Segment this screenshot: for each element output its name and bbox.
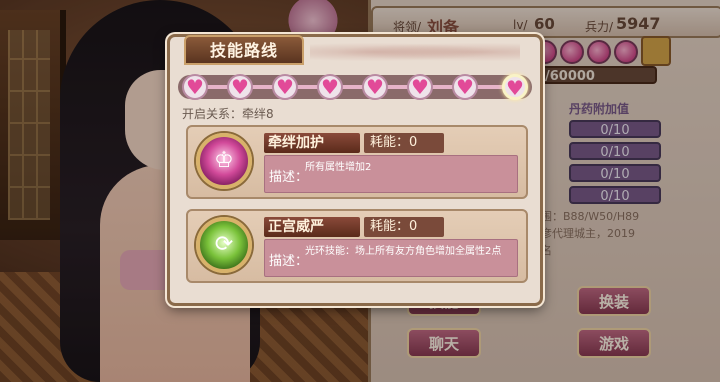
modal-decoration <box>310 41 520 63</box>
skill-desc-label: 描述： <box>269 170 309 185</box>
skill-desc-label: 描述： <box>269 254 309 269</box>
heart-icon[interactable] <box>272 74 298 100</box>
skill-card[interactable]: ♔ 牵绊加护 耗能：0 描述： 所有属性增加2 <box>186 125 528 199</box>
skill-card[interactable]: ⟳ 正宫威严 耗能：0 描述： 光环技能：场上所有友方角色增加全属性2点 <box>186 209 528 283</box>
skill-desc-text: 光环技能：场上所有友方角色增加全属性2点 <box>305 246 502 257</box>
heart-icon[interactable] <box>227 74 253 100</box>
heart-icon[interactable] <box>452 74 478 100</box>
heart-icon[interactable] <box>502 74 528 101</box>
skill-cost: 耗能：0 <box>364 133 444 153</box>
skill-description-box: 描述： 光环技能：场上所有友方角色增加全属性2点 <box>264 239 518 277</box>
modal-title: 技能路线 <box>184 35 304 65</box>
heart-progress-track <box>178 74 532 101</box>
skill-description-box: 描述： 所有属性增加2 <box>264 155 518 193</box>
unlock-condition: 开启关系：牵绊8 <box>182 107 274 121</box>
pink-shield-icon: ♔ <box>196 133 252 189</box>
heart-icon[interactable] <box>362 74 388 100</box>
skill-cost: 耗能：0 <box>364 217 444 237</box>
skill-name: 正宫威严 <box>264 217 360 237</box>
skill-name: 牵绊加护 <box>264 133 360 153</box>
skill-route-modal: 技能路线 开启关系：牵绊8 ♔ 牵绊加护 耗能：0 描述： 所有属性增加2 ⟳ … <box>167 34 543 306</box>
heart-icon[interactable] <box>407 74 433 100</box>
green-swirl-icon: ⟳ <box>196 217 252 273</box>
heart-icon[interactable] <box>317 74 343 100</box>
skill-desc-text: 所有属性增加2 <box>305 162 372 173</box>
heart-icon[interactable] <box>182 74 208 100</box>
